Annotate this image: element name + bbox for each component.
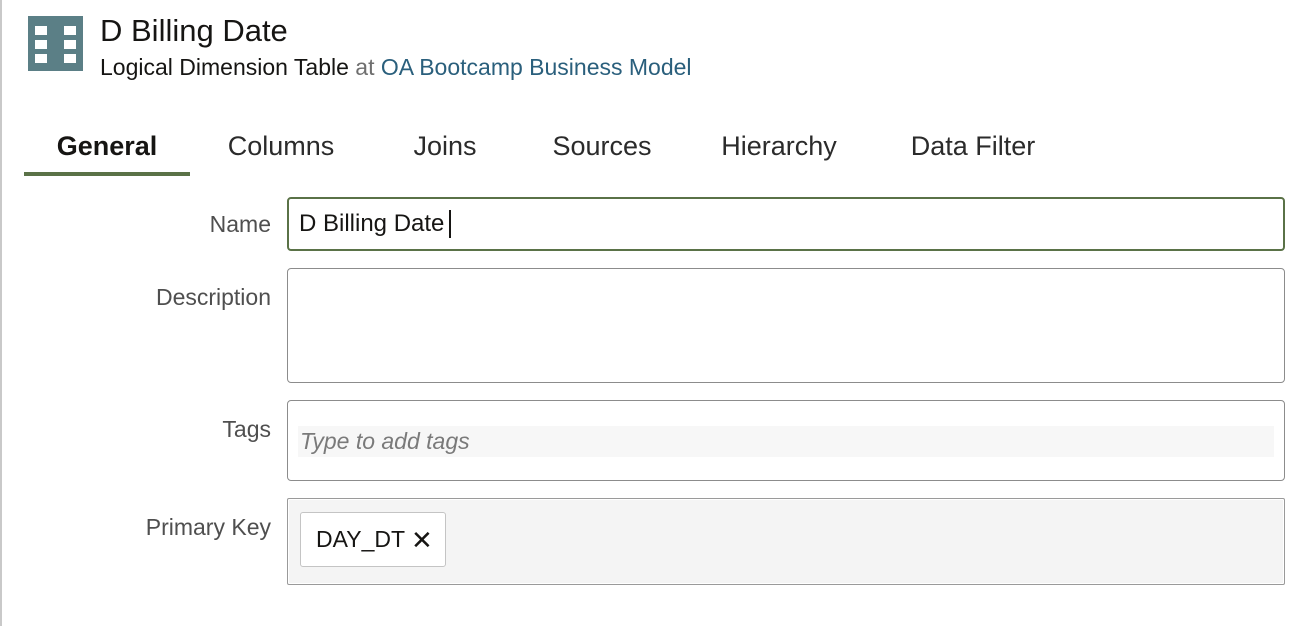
description-field-box: [287, 268, 1285, 383]
text-caret: [449, 210, 451, 238]
dimension-table-icon: [28, 16, 83, 71]
tags-field-box: [287, 400, 1285, 481]
business-model-link[interactable]: OA Bootcamp Business Model: [381, 54, 692, 80]
name-input[interactable]: [299, 207, 1269, 241]
primary-key-label: Primary Key: [145, 514, 271, 540]
at-text: at: [355, 54, 375, 80]
tab-columns[interactable]: Columns: [214, 120, 348, 176]
description-label: Description: [155, 284, 271, 310]
primary-key-chip: DAY_DT ✕: [300, 512, 446, 567]
tab-joins[interactable]: Joins: [402, 120, 488, 176]
tab-data-filter[interactable]: Data Filter: [900, 120, 1046, 176]
page-title: D Billing Date: [100, 13, 288, 48]
object-type: Logical Dimension Table: [100, 54, 349, 80]
description-textarea[interactable]: [298, 277, 1268, 373]
tags-input[interactable]: [298, 426, 1270, 457]
editor-panel: D Billing Date Logical Dimension Table a…: [0, 0, 1308, 626]
chip-label: DAY_DT: [316, 526, 406, 552]
tab-general[interactable]: General: [24, 120, 190, 176]
tab-sources[interactable]: Sources: [542, 120, 662, 176]
name-label: Name: [209, 211, 271, 237]
tab-hierarchy[interactable]: Hierarchy: [714, 120, 844, 176]
name-field-box: [287, 197, 1285, 251]
tags-label: Tags: [222, 416, 271, 442]
object-subtitle: Logical Dimension Table at OA Bootcamp B…: [100, 53, 692, 81]
close-icon[interactable]: ✕: [411, 527, 433, 553]
primary-key-field[interactable]: DAY_DT ✕: [287, 498, 1285, 585]
